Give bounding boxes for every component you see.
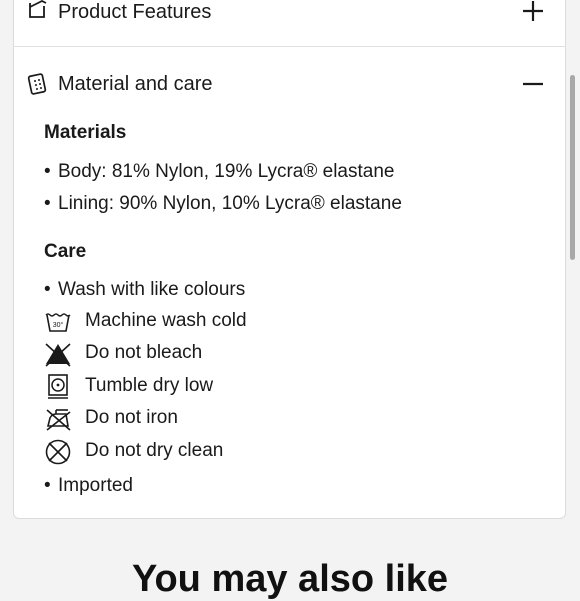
minus-icon[interactable] <box>522 73 544 95</box>
materials-heading: Materials <box>44 122 127 143</box>
tumble-dry-low-icon <box>48 374 68 399</box>
hanger-tag-icon <box>26 0 50 21</box>
list-item: • Lining: 90% Nylon, 10% Lycra® elastane <box>44 193 402 214</box>
product-details-accordion: Product Features Material and care Mater… <box>13 0 566 519</box>
material-lining-text: Lining: 90% Nylon, 10% Lycra® elastane <box>58 193 402 214</box>
do-not-dry-clean-icon <box>45 439 71 465</box>
do-not-bleach-icon <box>45 343 71 367</box>
imported-text: Imported <box>58 475 133 496</box>
do-not-iron-icon <box>46 409 71 431</box>
care-item-label: Do not iron <box>85 407 178 428</box>
care-wash-text: Wash with like colours <box>58 279 246 300</box>
care-item-label: Do not bleach <box>85 342 203 363</box>
fabric-swatch-icon <box>26 72 50 96</box>
accordion-title-material-and-care: Material and care <box>58 73 213 95</box>
care-item-label: Machine wash cold <box>85 310 247 331</box>
accordion-header-material-and-care[interactable]: Material and care <box>14 47 565 117</box>
accordion-header-product-features[interactable]: Product Features <box>14 0 565 46</box>
care-item-label: Do not dry clean <box>85 440 224 461</box>
care-heading: Care <box>44 241 87 262</box>
machine-wash-cold-icon: 30° <box>45 313 71 332</box>
care-item-label: Tumble dry low <box>85 375 214 396</box>
page-scrollbar[interactable] <box>570 75 575 260</box>
accordion-title-product-features: Product Features <box>58 1 212 23</box>
material-body-text: Body: 81% Nylon, 19% Lycra® elastane <box>58 161 395 182</box>
list-item: • Imported <box>44 475 133 496</box>
plus-icon[interactable] <box>522 0 544 22</box>
list-item: • Body: 81% Nylon, 19% Lycra® elastane <box>44 161 395 182</box>
list-item: • Wash with like colours <box>44 279 246 300</box>
svg-text:30°: 30° <box>53 321 64 329</box>
